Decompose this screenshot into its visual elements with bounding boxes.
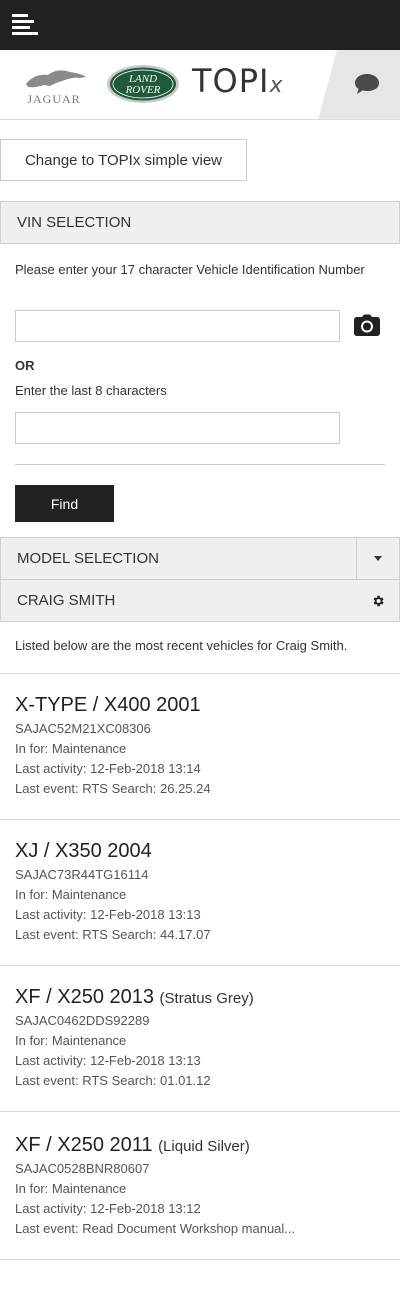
jaguar-logo[interactable]: JAGUAR [18, 64, 90, 108]
hamburger-menu-icon[interactable] [12, 14, 38, 36]
model-selection-toggle[interactable] [356, 538, 399, 579]
vehicle-in-for: In for: Maintenance [15, 1181, 127, 1196]
vehicle-title: XF / X250 2011 [15, 1134, 153, 1156]
vehicle-title: XF / X250 2013 [15, 986, 154, 1008]
divider [15, 464, 385, 465]
jaguar-wordmark: JAGUAR [27, 92, 81, 106]
vehicle-color: (Liquid Silver) [158, 1138, 250, 1155]
vehicle-last-activity: Last activity: 12-Feb-2018 13:13 [15, 907, 201, 922]
vehicle-item[interactable]: X-TYPE / X400 2001 SAJAC52M21XC08306 In … [0, 674, 400, 820]
vehicle-vin: SAJAC52M21XC08306 [15, 721, 151, 736]
vehicle-vin: SAJAC0528BNR80607 [15, 1161, 150, 1176]
vehicle-last-activity: Last activity: 12-Feb-2018 13:12 [15, 1201, 201, 1216]
vin-prompt: Please enter your 17 character Vehicle I… [15, 262, 365, 277]
vehicle-title: X-TYPE / X400 2001 [15, 694, 201, 716]
vehicle-in-for: In for: Maintenance [15, 1033, 127, 1048]
vin-input[interactable] [15, 310, 340, 342]
vehicle-color: (Stratus Grey) [159, 990, 254, 1007]
camera-icon[interactable] [354, 314, 380, 336]
vehicle-title: XJ / X350 2004 [15, 840, 152, 862]
vehicle-last-event: Last event: RTS Search: 44.17.07 [15, 927, 211, 942]
recent-vehicles-intro: Listed below are the most recent vehicle… [15, 638, 348, 653]
vehicle-item[interactable]: XF / X250 2013 (Stratus Grey) SAJAC0462D… [0, 966, 400, 1112]
chat-bubble-icon[interactable] [354, 72, 380, 96]
vehicle-last-activity: Last activity: 12-Feb-2018 13:13 [15, 1053, 201, 1068]
topix-logo[interactable]: TOPIx [192, 62, 284, 100]
caret-down-icon [374, 556, 382, 561]
top-bar [0, 0, 400, 50]
brand-bar: JAGUAR LAND ROVER TOPIx [0, 50, 400, 120]
vehicle-in-for: In for: Maintenance [15, 887, 127, 902]
land-rover-oval-icon: LAND ROVER [107, 65, 179, 103]
vehicle-vin: SAJAC73R44TG16114 [15, 867, 149, 882]
last8-input[interactable] [15, 412, 340, 444]
vehicle-in-for: In for: Maintenance [15, 741, 127, 756]
land-rover-logo[interactable]: LAND ROVER [106, 64, 180, 104]
simple-view-button[interactable]: Change to TOPIx simple view [0, 139, 247, 181]
vehicle-title-row: XF / X250 2011 (Liquid Silver) [15, 1134, 250, 1157]
vehicle-title-row: XJ / X350 2004 [15, 840, 152, 863]
topix-wordmark: TOPI [192, 62, 270, 100]
land-rover-line2: ROVER [125, 84, 161, 96]
vehicle-title-row: X-TYPE / X400 2001 [15, 694, 201, 717]
jaguar-leaper-icon [26, 70, 86, 88]
vehicle-last-event: Last event: RTS Search: 26.25.24 [15, 781, 211, 796]
vin-selection-header: VIN SELECTION [0, 201, 400, 244]
vehicle-last-event: Last event: Read Document Workshop manua… [15, 1221, 296, 1236]
vehicle-vin: SAJAC0462DDS92289 [15, 1013, 150, 1028]
vehicle-last-event: Last event: RTS Search: 01.01.12 [15, 1073, 211, 1088]
topix-suffix: x [269, 73, 284, 98]
find-button[interactable]: Find [15, 485, 114, 522]
vehicle-item[interactable]: XF / X250 2011 (Liquid Silver) SAJAC0528… [0, 1114, 400, 1260]
model-selection-title: MODEL SELECTION [17, 550, 159, 567]
gear-icon[interactable] [371, 594, 385, 608]
or-label: OR [15, 358, 35, 373]
vehicle-last-activity: Last activity: 12-Feb-2018 13:14 [15, 761, 201, 776]
user-name-title: CRAIG SMITH [17, 592, 116, 609]
user-section-header: CRAIG SMITH [0, 579, 400, 622]
model-selection-header[interactable]: MODEL SELECTION [0, 537, 400, 580]
vehicle-item[interactable]: XJ / X350 2004 SAJAC73R44TG16114 In for:… [0, 820, 400, 966]
last8-label: Enter the last 8 characters [15, 383, 167, 398]
vin-selection-title: VIN SELECTION [17, 214, 132, 231]
vehicle-title-row: XF / X250 2013 (Stratus Grey) [15, 986, 254, 1009]
